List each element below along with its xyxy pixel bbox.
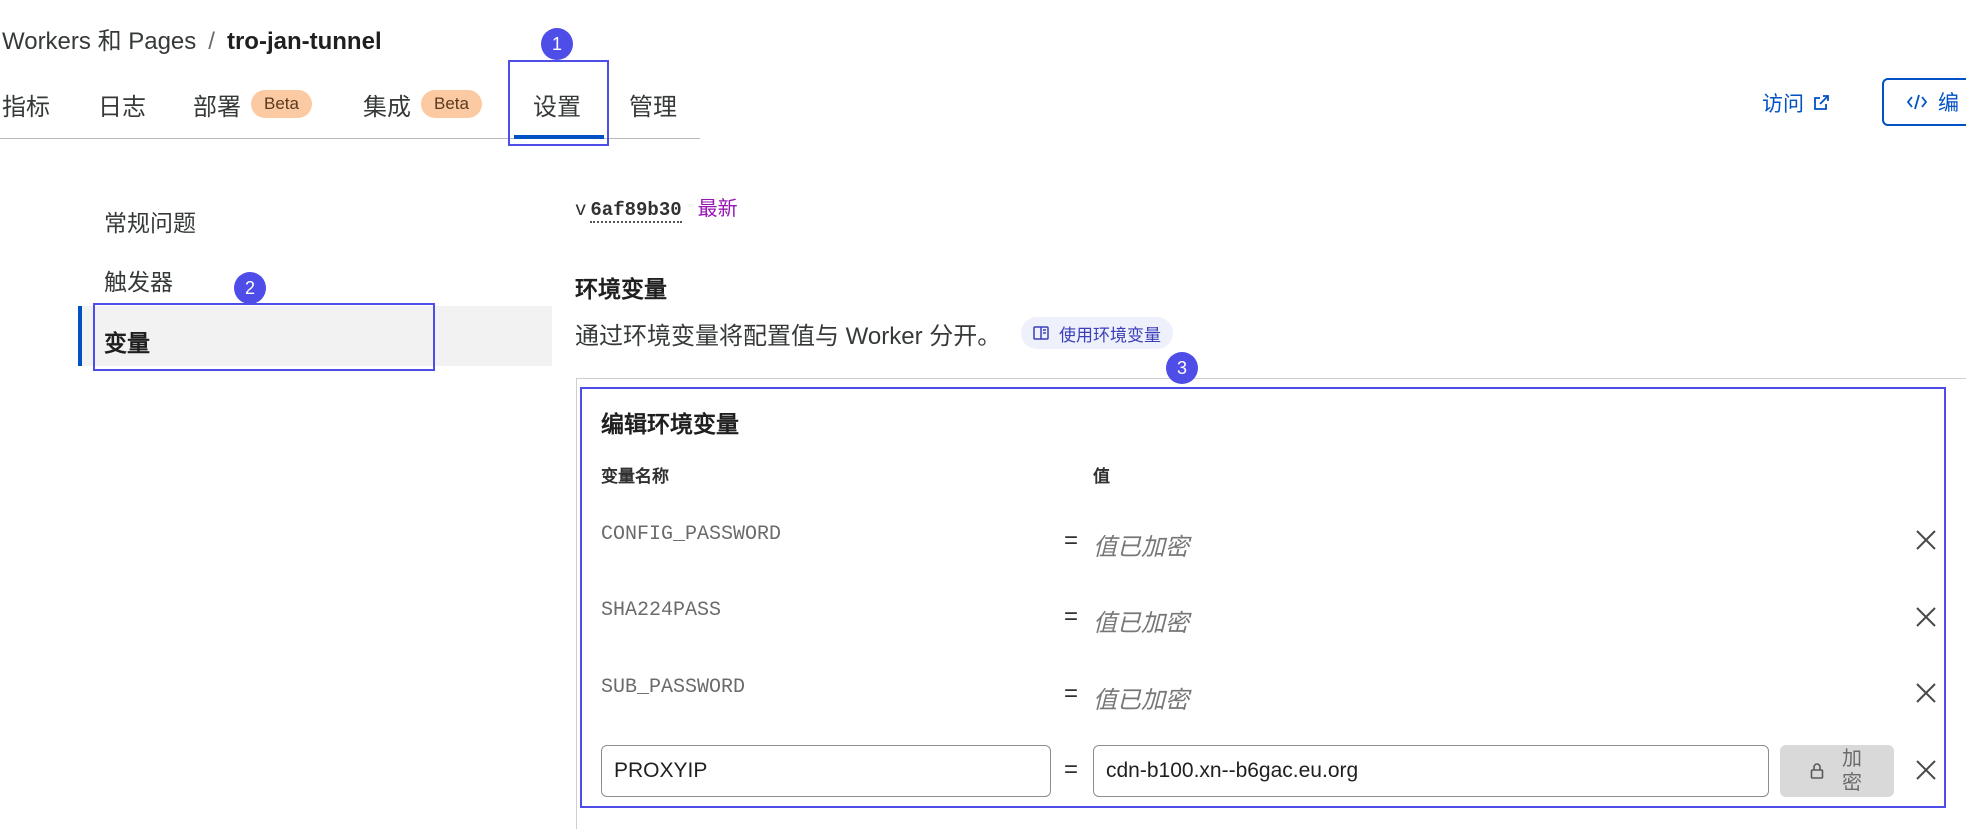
version-info: v 6af89b30 最新 — [575, 192, 738, 223]
tab-label: 集成 — [363, 93, 411, 121]
tab-label: 指标 — [2, 93, 50, 121]
env-docs-label: 使用环境变量 — [1059, 325, 1161, 345]
tab-manage[interactable]: 管理 — [629, 82, 677, 126]
breadcrumb-separator: / — [208, 28, 215, 55]
annotation-highlight-settings-tab — [508, 60, 609, 146]
external-link-icon — [1814, 95, 1829, 110]
breadcrumb-current: tro-jan-tunnel — [226, 28, 382, 55]
version-hash[interactable]: 6af89b30 — [590, 199, 682, 223]
tab-label: 日志 — [98, 93, 146, 121]
visit-link[interactable]: 访问 — [1762, 88, 1830, 118]
annotation-highlight-editor — [580, 387, 1946, 808]
tab-metrics[interactable]: 指标 — [2, 82, 50, 126]
annotation-marker: 2 — [234, 272, 266, 304]
sidebar-active-indicator — [78, 306, 82, 366]
visit-label: 访问 — [1762, 93, 1804, 116]
sidebar-item-triggers[interactable]: 触发器 — [104, 263, 173, 297]
sidebar-item-general[interactable]: 常规问题 — [104, 204, 196, 238]
env-section-title: 环境变量 — [575, 276, 667, 302]
beta-badge: Beta — [421, 90, 482, 118]
annotation-highlight-variables — [93, 303, 435, 371]
env-docs-link[interactable]: 使用环境变量 — [1021, 317, 1173, 349]
code-icon — [1906, 94, 1928, 110]
latest-tag: 最新 — [697, 198, 738, 220]
book-icon — [1033, 326, 1049, 340]
annotation-marker: 3 — [1166, 352, 1198, 384]
edit-label: 编 — [1938, 92, 1959, 115]
tab-integrations[interactable]: 集成 Beta — [363, 82, 482, 126]
tab-deployments[interactable]: 部署 Beta — [193, 82, 312, 126]
tab-label: 部署 — [193, 93, 241, 121]
edit-code-button[interactable]: 编 — [1882, 78, 1966, 126]
tab-logs[interactable]: 日志 — [98, 82, 146, 126]
annotation-marker: 1 — [541, 28, 573, 60]
version-prefix: v — [575, 199, 587, 221]
env-section-description: 通过环境变量将配置值与 Worker 分开。 — [575, 323, 1002, 350]
tab-label: 管理 — [629, 93, 677, 121]
beta-badge: Beta — [251, 90, 312, 118]
breadcrumb-parent[interactable]: Workers 和 Pages — [2, 28, 196, 55]
breadcrumb: Workers 和 Pages / tro-jan-tunnel — [2, 21, 382, 56]
